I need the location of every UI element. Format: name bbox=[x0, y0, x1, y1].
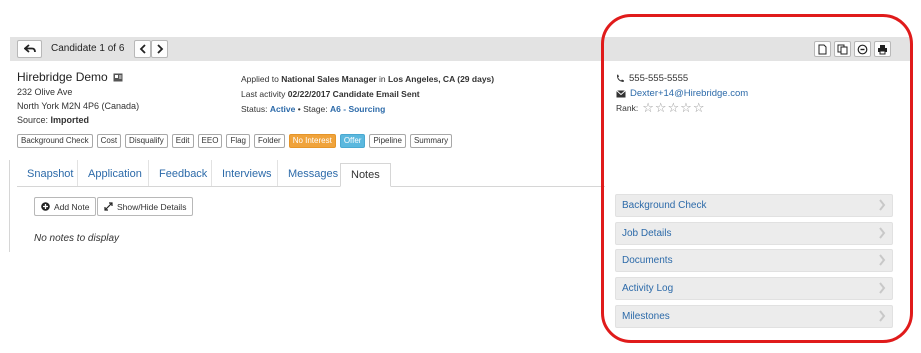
add-note-button[interactable]: Add Note bbox=[34, 197, 97, 216]
candidate-counter: Candidate 1 of 6 bbox=[51, 43, 125, 54]
flag-button[interactable]: Flag bbox=[226, 134, 250, 148]
tab-feedback[interactable]: Feedback bbox=[149, 163, 217, 186]
eeo-button[interactable]: EEO bbox=[197, 134, 223, 148]
no-interest-button[interactable]: No Interest bbox=[288, 134, 336, 148]
tabs-divider bbox=[17, 186, 605, 187]
status-value-link[interactable]: Active bbox=[270, 104, 296, 114]
last-activity-value: 02/22/2017 Candidate Email Sent bbox=[287, 89, 420, 99]
summary-button[interactable]: Summary bbox=[409, 134, 453, 148]
folder-button[interactable]: Folder bbox=[254, 134, 285, 148]
previous-candidate-button[interactable] bbox=[134, 40, 151, 58]
plus-circle-icon bbox=[41, 202, 50, 211]
disqualify-button[interactable]: Disqualify bbox=[125, 134, 168, 148]
job-location: Los Angeles, CA (29 days) bbox=[387, 74, 495, 84]
tab-application[interactable]: Application bbox=[78, 163, 152, 186]
stage-label: • Stage: bbox=[297, 104, 328, 114]
source-value: Imported bbox=[50, 115, 90, 125]
tab-messages[interactable]: Messages bbox=[278, 163, 348, 186]
status-line: Status: Active • Stage: A6 - Sourcing bbox=[241, 102, 494, 117]
last-activity-line: Last activity 02/22/2017 Candidate Email… bbox=[241, 87, 494, 102]
candidate-name: Hirebridge Demo bbox=[17, 70, 108, 84]
stage-value-link[interactable]: A6 - Sourcing bbox=[330, 104, 385, 114]
highlight-annotation bbox=[601, 14, 913, 343]
tab-snapshot[interactable]: Snapshot bbox=[17, 163, 83, 186]
contact-card-icon[interactable] bbox=[113, 73, 123, 82]
empty-notes-message: No notes to display bbox=[34, 233, 120, 244]
application-info: Applied to National Sales Manager in Los… bbox=[241, 72, 494, 117]
show-hide-details-label: Show/Hide Details bbox=[117, 201, 187, 212]
tab-interviews[interactable]: Interviews bbox=[212, 163, 282, 186]
action-button-row: Background Check Cost Disqualify Edit EE… bbox=[17, 134, 453, 148]
back-icon bbox=[23, 44, 36, 53]
status-label: Status: bbox=[241, 104, 268, 114]
chevron-left-icon bbox=[139, 44, 146, 54]
cost-button[interactable]: Cost bbox=[96, 134, 122, 148]
edit-button[interactable]: Edit bbox=[171, 134, 194, 148]
source-label: Source: bbox=[17, 115, 49, 125]
candidate-info: Hirebridge Demo 232 Olive Ave North York… bbox=[17, 69, 139, 127]
left-border bbox=[9, 160, 10, 252]
next-candidate-button[interactable] bbox=[151, 40, 168, 58]
last-activity-label: Last activity bbox=[241, 89, 286, 99]
applied-label: Applied to bbox=[241, 74, 279, 84]
in-label: in bbox=[378, 74, 386, 84]
expand-arrows-icon bbox=[104, 202, 113, 211]
job-title: National Sales Manager bbox=[281, 74, 377, 84]
tab-notes[interactable]: Notes bbox=[340, 163, 391, 187]
pipeline-button[interactable]: Pipeline bbox=[369, 134, 406, 148]
offer-button[interactable]: Offer bbox=[339, 134, 366, 148]
chevron-right-icon bbox=[156, 44, 163, 54]
source-line: Source: Imported bbox=[17, 113, 139, 127]
show-hide-details-button[interactable]: Show/Hide Details bbox=[97, 197, 194, 216]
address-line-2: North York M2N 4P6 (Canada) bbox=[17, 101, 140, 111]
address-line-1: 232 Olive Ave bbox=[17, 87, 73, 97]
add-note-label: Add Note bbox=[54, 201, 90, 212]
applied-line: Applied to National Sales Manager in Los… bbox=[241, 72, 494, 87]
back-button[interactable] bbox=[17, 40, 42, 58]
background-check-button[interactable]: Background Check bbox=[17, 134, 93, 148]
